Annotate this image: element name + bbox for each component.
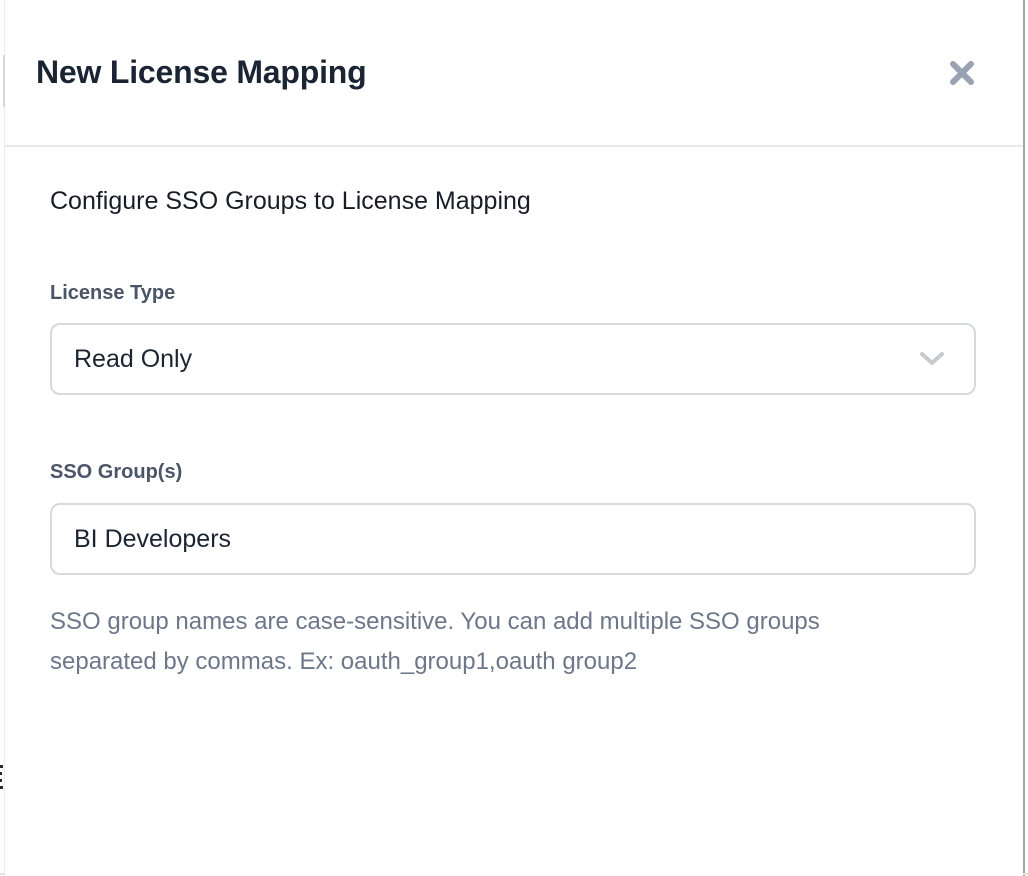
background-page-clipped-content xyxy=(0,765,4,793)
sso-groups-label: SSO Group(s) xyxy=(50,460,976,484)
sso-groups-helper-text: SSO group names are case-sensitive. You … xyxy=(50,602,932,682)
license-type-select[interactable]: Read Only xyxy=(50,323,976,395)
dialog-description: Configure SSO Groups to License Mapping xyxy=(50,185,976,217)
dialog-body: Configure SSO Groups to License Mapping … xyxy=(5,147,1023,682)
page-right-edge-divider xyxy=(1023,0,1025,876)
clipped-text-fragment xyxy=(0,765,3,768)
sso-groups-input[interactable] xyxy=(50,503,976,575)
chevron-down-icon xyxy=(918,350,946,368)
license-type-label: License Type xyxy=(50,281,976,305)
dialog-title: New License Mapping xyxy=(36,54,366,91)
close-button[interactable] xyxy=(941,52,983,94)
clipped-text-fragment xyxy=(0,786,3,789)
screen: New License Mapping Configure SSO Groups… xyxy=(0,0,1028,876)
dialog-header: New License Mapping xyxy=(5,0,1023,147)
close-icon xyxy=(947,58,977,88)
new-license-mapping-dialog: New License Mapping Configure SSO Groups… xyxy=(5,0,1023,876)
clipped-text-fragment xyxy=(0,772,2,775)
clipped-text-fragment xyxy=(0,779,2,782)
license-type-selected-value: Read Only xyxy=(74,345,192,374)
